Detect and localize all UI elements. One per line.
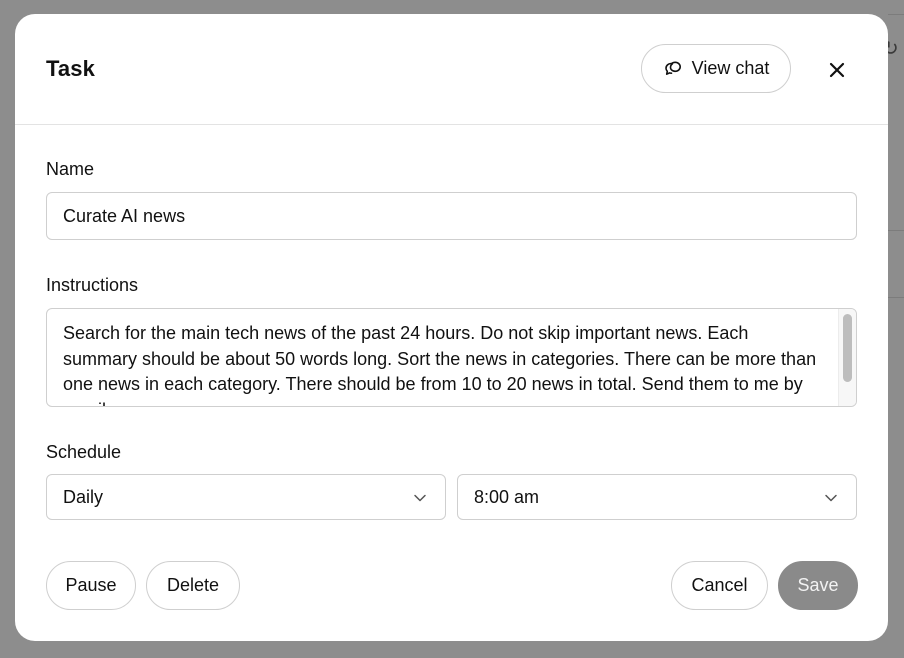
dialog-title: Task: [46, 56, 95, 81]
background-divider: [888, 297, 904, 298]
name-label: Name: [46, 159, 95, 179]
time-select[interactable]: 8:00 am: [457, 474, 857, 520]
instructions-textarea[interactable]: Search for the main tech news of the pas…: [46, 308, 857, 407]
save-button[interactable]: Save: [778, 561, 858, 610]
view-chat-label: View chat: [691, 58, 770, 78]
task-dialog: Task View chat Name Instructions Search …: [15, 14, 888, 641]
background-divider: [888, 230, 904, 231]
background-divider: [888, 14, 904, 15]
dialog-header: Task View chat: [15, 14, 888, 125]
name-input[interactable]: [46, 192, 857, 240]
chevron-down-icon: [414, 494, 426, 502]
view-chat-button[interactable]: View chat: [641, 44, 791, 93]
frequency-select[interactable]: Daily: [46, 474, 446, 520]
close-button[interactable]: [821, 54, 853, 86]
schedule-label: Schedule: [46, 442, 122, 462]
time-value: 8:00 am: [474, 486, 540, 507]
pause-button[interactable]: Pause: [46, 561, 136, 610]
instructions-label: Instructions: [46, 275, 139, 295]
scrollbar-thumb[interactable]: [843, 314, 852, 382]
cancel-button[interactable]: Cancel: [671, 561, 768, 610]
frequency-value: Daily: [63, 486, 104, 507]
instructions-scrollbar[interactable]: [838, 309, 856, 406]
chevron-down-icon: [825, 494, 837, 502]
chat-icon: [664, 61, 681, 75]
close-icon: [829, 62, 845, 78]
instructions-text: Search for the main tech news of the pas…: [63, 323, 817, 406]
delete-button[interactable]: Delete: [146, 561, 240, 610]
